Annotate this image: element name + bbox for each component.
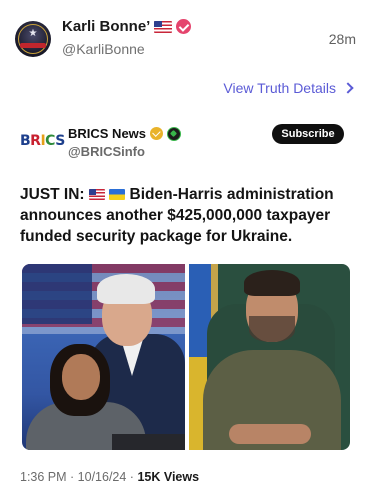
embed-post-meta: 1:36 PM · 10/16/24 · 15K Views [20, 470, 199, 484]
author-avatar[interactable]: ★ [15, 21, 51, 57]
photo-flag-canton [22, 264, 92, 324]
post-date-time: 1:36 PM · 10/16/24 · [20, 470, 138, 484]
photo-figure-beard [249, 316, 295, 342]
photo-figure-hair [97, 274, 155, 304]
photo-figure-face-2 [62, 354, 100, 400]
photo-figure-hair-3 [244, 270, 300, 296]
author-display-name[interactable]: Karli Bonne’ [62, 18, 150, 35]
embedded-post[interactable]: BRICS BRICS News @BRICSinfo Subscribe JU… [0, 106, 372, 500]
embed-author-handle[interactable]: @BRICSinfo [68, 144, 145, 159]
photo-lectern [112, 434, 185, 450]
us-flag-icon [154, 20, 173, 33]
view-truth-details-label: View Truth Details [223, 80, 336, 96]
view-count: 15K [137, 470, 161, 484]
gold-verified-icon [150, 127, 164, 140]
verified-badge-icon [176, 19, 192, 34]
affiliation-badge-icon [167, 126, 182, 141]
post-text-prefix: JUST IN: [20, 186, 85, 203]
brics-logo[interactable]: BRICS [20, 132, 65, 150]
us-flag-icon [88, 189, 105, 200]
embed-author-row[interactable]: BRICS News [68, 126, 182, 141]
post-header: ★ Karli Bonne’ @KarliBonne 28m [0, 0, 372, 76]
subscribe-button[interactable]: Subscribe [272, 124, 344, 144]
embed-author-name[interactable]: BRICS News [68, 126, 146, 141]
view-truth-details-link[interactable]: View Truth Details [223, 80, 354, 96]
ukraine-flag-icon [109, 189, 126, 200]
photo-figure-hands [229, 424, 311, 444]
avatar-star-icon: ★ [28, 28, 38, 39]
chevron-right-icon [342, 82, 354, 94]
post-photo-left[interactable] [22, 264, 185, 450]
author-name-row[interactable]: Karli Bonne’ [62, 18, 192, 35]
avatar-band [20, 43, 46, 48]
views-label: Views [160, 470, 200, 484]
post-timestamp: 28m [328, 31, 356, 47]
post-photo-right[interactable] [189, 264, 350, 450]
embed-post-text: JUST IN: Biden-Harris administration ann… [20, 184, 356, 247]
author-handle[interactable]: @KarliBonne [62, 41, 145, 57]
